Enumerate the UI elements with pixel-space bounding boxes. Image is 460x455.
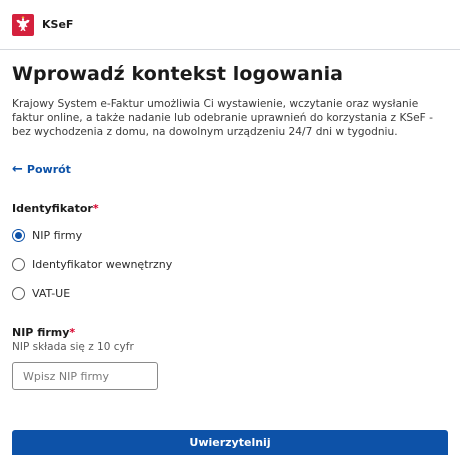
required-marker: * (92, 202, 99, 215)
radio-option-identyfikator-wewnetrzny[interactable]: Identyfikator wewnętrzny (12, 256, 448, 273)
back-link-label: Powrót (26, 163, 71, 176)
radio-option-label: NIP firmy (32, 229, 83, 242)
required-marker: * (69, 326, 76, 339)
authenticate-button[interactable]: Uwierzytelnij (12, 430, 448, 455)
radio-option-label: VAT-UE (32, 287, 71, 300)
radio-button[interactable] (12, 287, 25, 300)
radio-option-vat-ue[interactable]: VAT-UE (12, 285, 448, 302)
page-title: Wprowadź kontekst logowania (12, 63, 344, 85)
arrow-left-icon: ← (12, 162, 23, 177)
radio-button-checked[interactable] (12, 229, 25, 242)
nip-label-text: NIP firmy (12, 326, 70, 339)
radio-dot (15, 232, 22, 239)
nip-label: NIP firmy* (12, 326, 448, 339)
identifier-label: Identyfikator* (12, 202, 448, 215)
nip-hint: NIP składa się z 10 cyfr (12, 341, 134, 353)
brand-name: KSeF (42, 18, 74, 31)
top-header: KSeF (0, 0, 460, 50)
radio-option-label: Identyfikator wewnętrzny (32, 258, 173, 271)
identifier-label-text: Identyfikator (12, 202, 93, 215)
back-link[interactable]: ← Powrót (12, 162, 71, 177)
page-description: Krajowy System e-Faktur umożliwia Ci wys… (12, 98, 433, 138)
radio-option-nip-firmy[interactable]: NIP firmy (12, 227, 448, 244)
main-content: Wprowadź kontekst logowania Krajowy Syst… (0, 63, 460, 390)
radio-button[interactable] (12, 258, 25, 271)
nip-input[interactable] (12, 362, 158, 390)
polish-eagle-emblem-icon (12, 13, 34, 36)
login-context-page: KSeF Wprowadź kontekst logowania Krajowy… (0, 0, 460, 455)
